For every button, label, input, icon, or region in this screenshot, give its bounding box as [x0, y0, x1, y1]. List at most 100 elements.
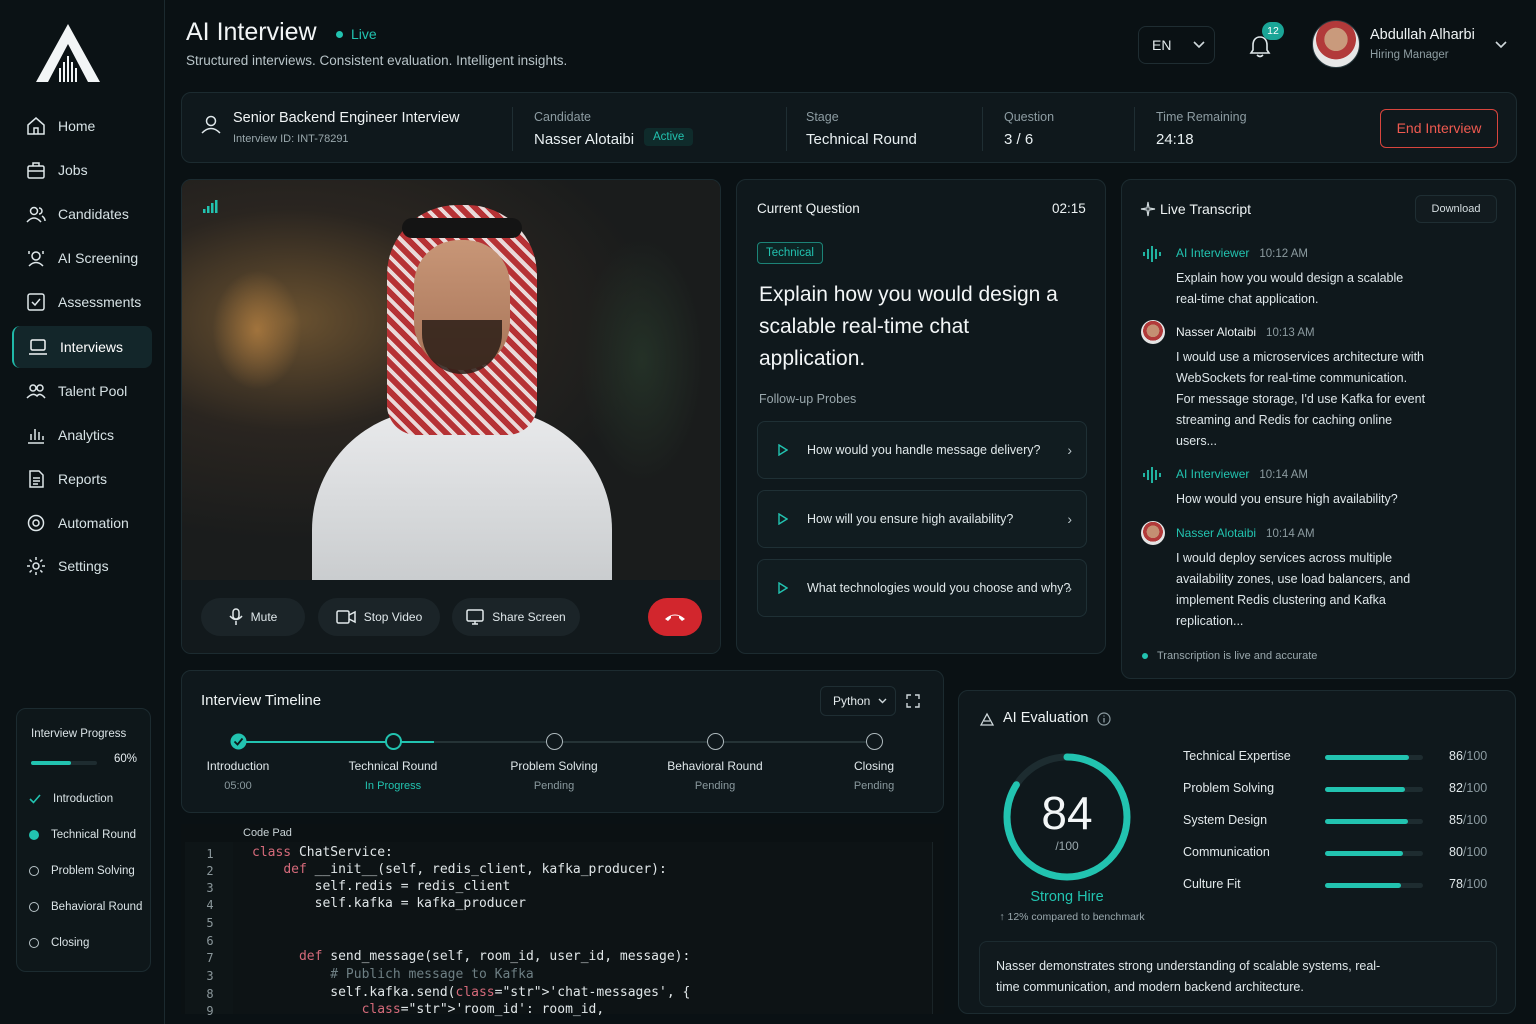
probe-text: How will you ensure high availability?	[807, 512, 1014, 526]
follow-up-probe[interactable]: How will you ensure high availability? ›	[757, 490, 1087, 548]
question-counter: 3 / 6	[1004, 131, 1034, 148]
metric-score: 82/100	[1449, 781, 1488, 795]
video-controls: Mute Stop Video Share Screen	[182, 580, 720, 653]
language-select[interactable]: EN	[1138, 26, 1215, 64]
plant-shape	[582, 240, 702, 480]
progress-item-label: Closing	[51, 937, 90, 949]
progress-item: Closing	[29, 937, 89, 949]
sidebar-item-interviews[interactable]: Interviews	[12, 326, 152, 368]
home-icon	[26, 116, 46, 136]
sidebar-item-automation[interactable]: Automation	[12, 502, 152, 544]
user-menu[interactable]: Abdullah Alharbi Hiring Manager	[1310, 20, 1515, 70]
evaluation-icon	[979, 712, 995, 726]
progress-item: Problem Solving	[29, 865, 135, 877]
live-dot-icon	[1142, 653, 1148, 659]
share-screen-button[interactable]: Share Screen	[452, 598, 580, 636]
candidate-video	[182, 180, 720, 590]
progress-item-label: Problem Solving	[51, 865, 135, 877]
sidebar-item-label: Settings	[58, 558, 109, 574]
timeline-step[interactable]: Introduction 05:00	[173, 759, 303, 792]
sidebar-item-analytics[interactable]: Analytics	[12, 414, 152, 456]
sidebar-item-jobs[interactable]: Jobs	[12, 149, 152, 191]
timeline-step-label: Behavioral Round	[667, 759, 763, 773]
metric-score: 78/100	[1449, 877, 1488, 891]
metric-score: 85/100	[1449, 813, 1488, 827]
metric-bar	[1325, 883, 1423, 888]
timeline-step[interactable]: Technical Round In Progress	[328, 759, 458, 792]
interview-info-bar: Senior Backend Engineer Interview Interv…	[181, 92, 1517, 163]
sidebar-item-label: Talent Pool	[58, 383, 128, 399]
current-question-title: Current Question	[757, 201, 860, 216]
language-dropdown[interactable]: Python	[820, 686, 896, 716]
download-button[interactable]: Download	[1415, 195, 1497, 223]
play-icon	[778, 513, 788, 525]
code-line: # Publich message to Kafka	[252, 967, 534, 982]
timeline-step[interactable]: Behavioral Round Pending	[650, 759, 780, 792]
divider	[512, 107, 513, 151]
sidebar-item-label: Jobs	[58, 162, 88, 178]
follow-up-probe[interactable]: What technologies would you choose and w…	[757, 559, 1087, 617]
code-line-number: 7	[206, 951, 214, 965]
code-line-number: 5	[206, 916, 214, 930]
sidebar-item-ai-screening[interactable]: AI Screening	[12, 237, 152, 279]
sidebar-item-reports[interactable]: Reports	[12, 458, 152, 500]
code-pad: Code Pad 1 2 3 4 5 6 7 3 8 9 class ChatService: de…	[181, 824, 944, 1018]
sidebar-item-home[interactable]: Home	[12, 105, 152, 147]
sidebar-item-label: Candidates	[58, 206, 129, 222]
timeline-step-status: Pending	[853, 780, 895, 792]
timeline-step-label: Introduction	[206, 759, 270, 773]
metric-bar	[1325, 851, 1423, 856]
live-dot-icon	[336, 30, 343, 38]
hang-up-button[interactable]	[648, 598, 702, 636]
sidebar-item-assessments[interactable]: Assessments	[12, 281, 152, 323]
user-name: Abdullah Alharbi	[1370, 27, 1475, 43]
timeline-step-status: In Progress	[364, 780, 422, 792]
sidebar-item-talent-pool[interactable]: Talent Pool	[12, 370, 152, 412]
code-line-number: 1	[206, 847, 214, 861]
follow-up-probe[interactable]: How would you handle message delivery? ›	[757, 421, 1087, 479]
question-text: Explain how you would design a scalable …	[759, 283, 1058, 370]
divider	[786, 107, 787, 151]
timeline-track-progress	[238, 741, 434, 743]
sidebar-item-candidates[interactable]: Candidates	[12, 193, 152, 235]
candidate-headband	[402, 218, 522, 238]
progress-item: Introduction	[29, 793, 113, 805]
end-interview-button[interactable]: End Interview	[1380, 109, 1498, 148]
code-line-number: 4	[206, 898, 214, 912]
current-step-icon	[29, 830, 39, 840]
stage-value: Technical Round	[806, 131, 917, 148]
automation-icon	[26, 513, 46, 533]
sidebar-item-settings[interactable]: Settings	[12, 545, 152, 587]
pending-step-icon	[29, 902, 39, 912]
metric-score: 86/100	[1449, 749, 1488, 763]
code-line: self.kafka.send(class="str">'chat-messag…	[252, 985, 691, 1000]
code-pad-title: Code Pad	[243, 827, 292, 839]
code-line: self.redis = redis_client	[252, 879, 511, 894]
live-label: Live	[351, 26, 377, 42]
info-icon[interactable]	[1097, 712, 1111, 726]
stop-video-button[interactable]: Stop Video	[318, 598, 440, 636]
pending-step-icon	[866, 733, 883, 750]
time-remaining-label: Time Remaining	[1156, 110, 1247, 124]
code-line-number: 6	[206, 934, 214, 948]
timeline-step[interactable]: Closing Pending	[809, 759, 939, 792]
sidebar-item-label: Reports	[58, 471, 108, 487]
divider	[1134, 107, 1135, 151]
expand-icon[interactable]	[906, 694, 920, 708]
overall-score: 84	[1041, 787, 1093, 839]
notifications-button[interactable]: 12	[1248, 22, 1284, 60]
question-label: Question	[1004, 110, 1055, 124]
transcript-footer-text: Transcription is live and accurate	[1157, 650, 1318, 662]
candidate-body	[312, 410, 612, 590]
mute-button[interactable]: Mute	[201, 598, 305, 636]
check-icon	[29, 794, 41, 804]
chevron-down-icon	[1193, 41, 1206, 49]
users-icon	[26, 204, 46, 224]
sparkle-icon	[1140, 201, 1156, 217]
question-tag: Technical	[757, 242, 823, 264]
waveform-icon	[1143, 467, 1161, 483]
phone-hangup-icon	[665, 614, 685, 621]
progress-item-label: Behavioral Round	[51, 901, 143, 913]
app-logo[interactable]	[34, 22, 102, 84]
timeline-step[interactable]: Problem Solving Pending	[489, 759, 619, 792]
